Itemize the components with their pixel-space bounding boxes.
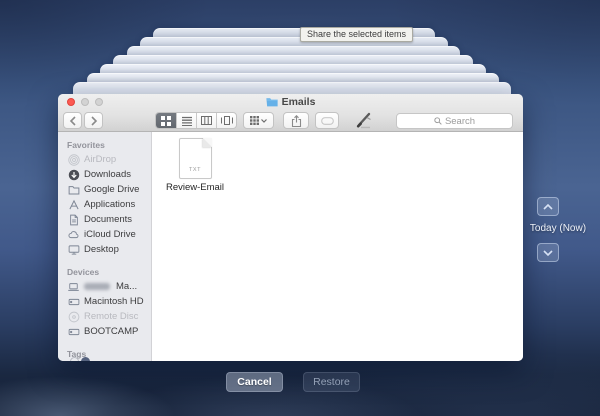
- share-icon: [291, 114, 301, 127]
- sidebar-item-macintosh-hd[interactable]: Macintosh HD: [58, 294, 151, 309]
- sidebar-item-remote-disc: Remote Disc: [58, 309, 151, 324]
- sidebar-item-google-drive[interactable]: Google Drive: [58, 182, 151, 197]
- chevron-down-icon: [543, 249, 553, 256]
- restore-button: Restore: [303, 372, 360, 392]
- time-machine-desktop: { "desktop": { "tooltip": "Share the sel…: [0, 0, 600, 416]
- folder-icon: [265, 98, 278, 107]
- internal-drive-icon: [67, 295, 80, 308]
- internal-drive-icon: [67, 325, 80, 338]
- back-button[interactable]: [63, 112, 82, 129]
- desktop-icon: [67, 243, 80, 256]
- sidebar-section-favorites: Favorites: [67, 140, 105, 150]
- coverflow-view-button[interactable]: [216, 113, 236, 128]
- view-mode-segmented-control: [155, 112, 237, 129]
- coverflow-view-icon: [220, 116, 233, 125]
- arrange-button[interactable]: [243, 112, 274, 129]
- downloads-icon: [67, 168, 80, 181]
- applications-icon: [67, 198, 80, 211]
- chevron-right-icon: [90, 115, 97, 126]
- chevron-left-icon: [69, 115, 76, 126]
- column-view-icon: [201, 116, 212, 125]
- finder-window: Emails Search Favorites AirDrop Download…: [58, 94, 523, 361]
- redacted-device-name: [84, 283, 110, 290]
- forward-button[interactable]: [84, 112, 103, 129]
- sidebar: Favorites AirDrop Downloads Google Drive: [58, 132, 152, 361]
- sidebar-item-bootcamp[interactable]: BOOTCAMP: [58, 324, 151, 339]
- txt-file-icon: TXT: [178, 138, 212, 179]
- documents-icon: [67, 213, 80, 226]
- tag-icon: [320, 116, 334, 125]
- sidebar-item-applications[interactable]: Applications: [58, 197, 151, 212]
- search-placeholder: Search: [444, 115, 476, 127]
- window-title-text: Emails: [281, 96, 316, 108]
- file-type-badge: TXT: [189, 167, 201, 173]
- sidebar-section-devices: Devices: [67, 267, 100, 277]
- sidebar-item-downloads[interactable]: Downloads: [58, 167, 151, 182]
- wand-pen-icon[interactable]: [355, 110, 375, 130]
- search-input[interactable]: Search: [396, 113, 513, 129]
- column-view-button[interactable]: [196, 113, 216, 128]
- tag-button: [315, 112, 339, 129]
- icon-view-icon: [161, 115, 171, 126]
- file-name-label: Review-Email: [165, 182, 225, 193]
- icloud-icon: [67, 228, 80, 241]
- airdrop-icon: [67, 153, 80, 166]
- share-button[interactable]: [283, 112, 309, 129]
- chevron-down-icon: [261, 118, 267, 123]
- timeline-back-button[interactable]: [537, 243, 559, 262]
- sidebar-item-desktop[interactable]: Desktop: [58, 242, 151, 257]
- list-view-button[interactable]: [176, 113, 196, 128]
- icon-view-button[interactable]: [156, 113, 176, 128]
- folder-icon: [67, 183, 80, 196]
- timeline-label: Today (Now): [529, 223, 587, 234]
- file-browser-content: TXT Review-Email: [152, 132, 523, 361]
- tooltip: Share the selected items: [300, 27, 414, 42]
- sidebar-item-documents[interactable]: Documents: [58, 212, 151, 227]
- chevron-up-icon: [543, 203, 553, 210]
- sidebar-item-airdrop: AirDrop: [58, 152, 151, 167]
- search-icon: [434, 117, 442, 125]
- sidebar-item-mac[interactable]: Ma...: [58, 279, 151, 294]
- window-chrome: Emails Search: [58, 94, 523, 132]
- page-fold: [202, 138, 212, 147]
- tag-color-dots: [70, 357, 90, 361]
- cancel-button[interactable]: Cancel: [226, 372, 283, 392]
- list-view-icon: [181, 116, 192, 126]
- timeline-forward-button[interactable]: [537, 197, 559, 216]
- sidebar-item-icloud-drive[interactable]: iCloud Drive: [58, 227, 151, 242]
- file-review-email[interactable]: TXT Review-Email: [160, 138, 230, 193]
- laptop-icon: [67, 280, 80, 293]
- arrange-icon: [250, 116, 259, 125]
- disc-icon: [67, 310, 80, 323]
- window-title: Emails: [58, 96, 523, 108]
